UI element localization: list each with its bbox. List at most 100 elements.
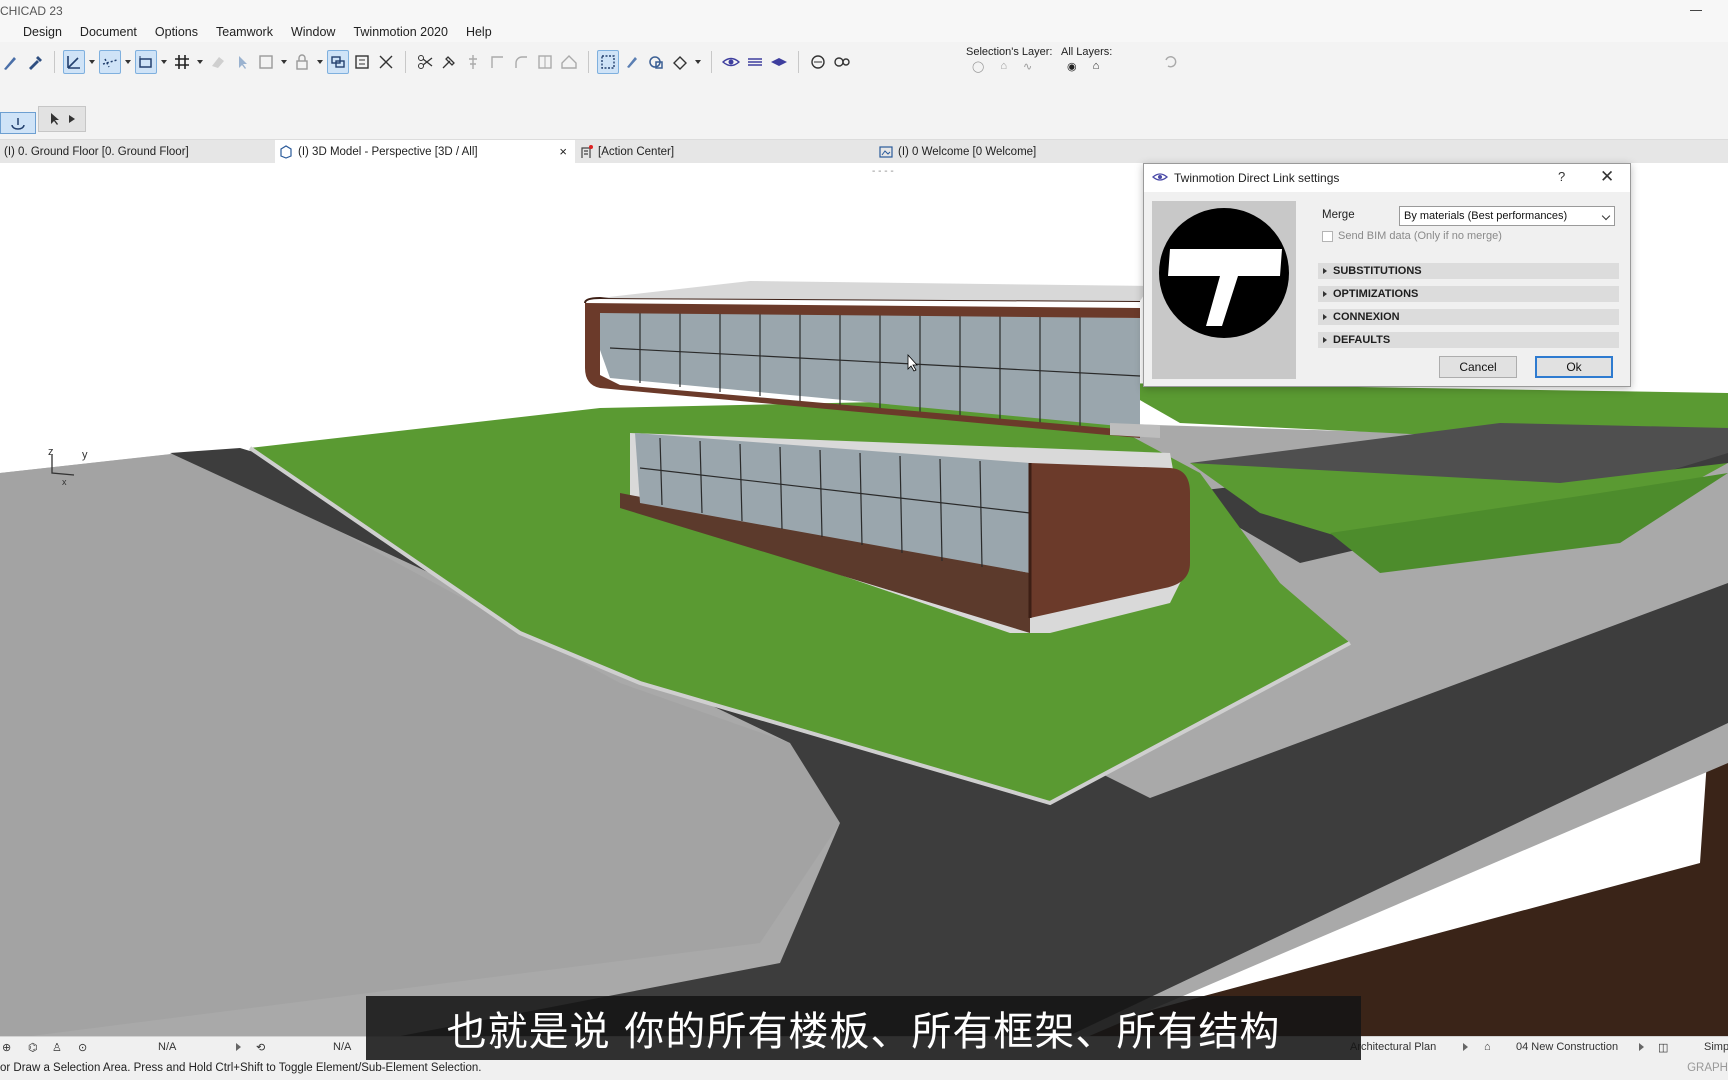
twinmotion-sync-icon[interactable]: [807, 50, 829, 74]
zoom-in-icon[interactable]: ⊕: [2, 1041, 11, 1054]
hint-text: or Draw a Selection Area. Press and Hold…: [0, 1062, 482, 1074]
tab-label-welcome: (I) 0 Welcome [0 Welcome]: [898, 145, 1037, 158]
layer-visibility-icon[interactable]: ◯: [972, 60, 984, 73]
arrow-icon: [51, 113, 59, 125]
section-connexion[interactable]: CONNEXION: [1318, 309, 1619, 325]
align-icon[interactable]: [462, 50, 484, 74]
menu-window[interactable]: Window: [282, 25, 344, 39]
standard-toolbar: Selection's Layer: ◯ ⌂ ∿ All Layers: ◉ ⌂: [0, 42, 1728, 82]
selection-layer-label: Selection's Layer:: [966, 46, 1053, 58]
tab-welcome[interactable]: (I) 0 Welcome [0 Welcome]: [875, 140, 1175, 163]
all-layers-eye-icon[interactable]: ◉: [1067, 60, 1077, 73]
split-icon[interactable]: [534, 50, 556, 74]
selection-layer-box: Selection's Layer: ◯ ⌂ ∿: [966, 46, 1052, 73]
corner-icon[interactable]: [486, 50, 508, 74]
solid-ops-dropdown[interactable]: [693, 50, 703, 74]
section-label: DEFAULTS: [1333, 334, 1391, 346]
lock-dropdown[interactable]: [315, 50, 325, 74]
partial-structure[interactable]: Simp: [1704, 1041, 1728, 1053]
title-bar: CHICAD 23: [0, 0, 1728, 22]
close-button[interactable]: ✕: [1600, 167, 1614, 187]
menu-design[interactable]: Design: [14, 25, 71, 39]
help-button[interactable]: ?: [1558, 169, 1565, 184]
guide-lines-dropdown[interactable]: [87, 50, 97, 74]
selection-icon[interactable]: [597, 50, 619, 74]
renovation-arrow-icon[interactable]: [1639, 1043, 1644, 1051]
all-layers-lock-icon[interactable]: ⌂: [1093, 60, 1100, 73]
eye-icon[interactable]: [720, 50, 742, 74]
menu-help[interactable]: Help: [457, 25, 501, 39]
cancel-button[interactable]: Cancel: [1439, 356, 1517, 378]
checkbox-box[interactable]: [1322, 230, 1333, 242]
marquee-dropdown[interactable]: [279, 50, 289, 74]
guide-lines-icon[interactable]: [63, 50, 85, 74]
send-bim-checkbox[interactable]: Send BIM data (Only if no merge): [1322, 230, 1502, 242]
solid-ops-icon[interactable]: [669, 50, 691, 74]
tab-close-button[interactable]: ×: [559, 144, 567, 159]
snap-guides-icon[interactable]: [99, 50, 121, 74]
menu-options[interactable]: Options: [146, 25, 207, 39]
dialog-title: Twinmotion Direct Link settings: [1174, 171, 1340, 185]
merge-select[interactable]: By materials (Best performances): [1399, 206, 1615, 226]
menu-document[interactable]: Document: [71, 25, 146, 39]
layout-icon: [879, 145, 893, 158]
trim-icon[interactable]: [375, 50, 397, 74]
shape-icon[interactable]: [645, 50, 667, 74]
snap-points-dropdown[interactable]: [159, 50, 169, 74]
hammer-icon[interactable]: [438, 50, 460, 74]
snap-guides-dropdown[interactable]: [123, 50, 133, 74]
layer-combo-arrow-icon[interactable]: [1463, 1043, 1468, 1051]
navigator-icon[interactable]: ⌬: [28, 1041, 38, 1054]
structure-icon[interactable]: ◫: [1658, 1041, 1668, 1054]
app-title: CHICAD 23: [0, 4, 63, 18]
toolbox-row: [0, 82, 1728, 140]
roof-icon[interactable]: [558, 50, 580, 74]
scissors-icon[interactable]: [414, 50, 436, 74]
all-layers-label: All Layers:: [1061, 46, 1113, 58]
orbit-icon: [11, 118, 25, 130]
menu-twinmotion[interactable]: Twinmotion 2020: [344, 25, 457, 39]
renovation-icon[interactable]: ⌂: [1484, 1041, 1491, 1053]
lock-icon[interactable]: [291, 50, 313, 74]
menu-teamwork[interactable]: Teamwork: [207, 25, 282, 39]
orbit-button[interactable]: [0, 112, 36, 134]
zoom-fit-icon[interactable]: ⊙: [78, 1041, 87, 1054]
pencil-icon[interactable]: [0, 50, 22, 74]
section-optimizations[interactable]: OPTIMIZATIONS: [1318, 286, 1619, 302]
section-defaults[interactable]: DEFAULTS: [1318, 332, 1619, 348]
layers-list-icon[interactable]: [744, 50, 766, 74]
graphisoft-logo: GRAPH: [1687, 1062, 1728, 1074]
tab-3d-model[interactable]: (I) 3D Model - Perspective [3D / All] ×: [275, 140, 575, 163]
rotate-icon[interactable]: ⟲: [256, 1041, 265, 1054]
tab-label-3d-model: (I) 3D Model - Perspective [3D / All]: [298, 145, 478, 158]
layer-wire-icon[interactable]: ∿: [1023, 60, 1032, 73]
twinmotion-settings-icon[interactable]: [831, 50, 853, 74]
hat-icon[interactable]: [768, 50, 790, 74]
tab-ground-floor[interactable]: (I) 0. Ground Floor [0. Ground Floor]: [0, 140, 275, 163]
undo-icon[interactable]: [1160, 50, 1182, 74]
expand-triangle-icon: [1323, 291, 1327, 297]
paint-icon[interactable]: [621, 50, 643, 74]
eyedropper-icon[interactable]: [24, 50, 46, 74]
grid-snap-dropdown[interactable]: [195, 50, 205, 74]
marquee-icon[interactable]: [255, 50, 277, 74]
zoom-arrow-icon[interactable]: [236, 1043, 241, 1051]
eraser-icon[interactable]: [207, 50, 229, 74]
snap-points-icon[interactable]: [135, 50, 157, 74]
minimize-button[interactable]: [1690, 2, 1704, 16]
arrow-tool-button[interactable]: [38, 106, 86, 132]
ok-button[interactable]: Ok: [1535, 356, 1613, 378]
tab-action-center[interactable]: [Action Center]: [575, 140, 875, 163]
renovation-filter[interactable]: 04 New Construction: [1516, 1041, 1618, 1053]
section-substitutions[interactable]: SUBSTITUTIONS: [1318, 263, 1619, 279]
pointer-icon[interactable]: [231, 50, 253, 74]
layer-combo[interactable]: Architectural Plan: [1350, 1041, 1436, 1053]
group-icon[interactable]: [327, 50, 349, 74]
all-layers-box: All Layers: ◉ ⌂: [1061, 46, 1112, 73]
walk-icon[interactable]: ♙: [52, 1041, 62, 1054]
suspend-groups-icon[interactable]: [351, 50, 373, 74]
fillet-icon[interactable]: [510, 50, 532, 74]
tab-drag-handle[interactable]: - - - -: [872, 166, 894, 177]
layer-lock-icon[interactable]: ⌂: [1000, 60, 1007, 73]
grid-snap-icon[interactable]: [171, 50, 193, 74]
